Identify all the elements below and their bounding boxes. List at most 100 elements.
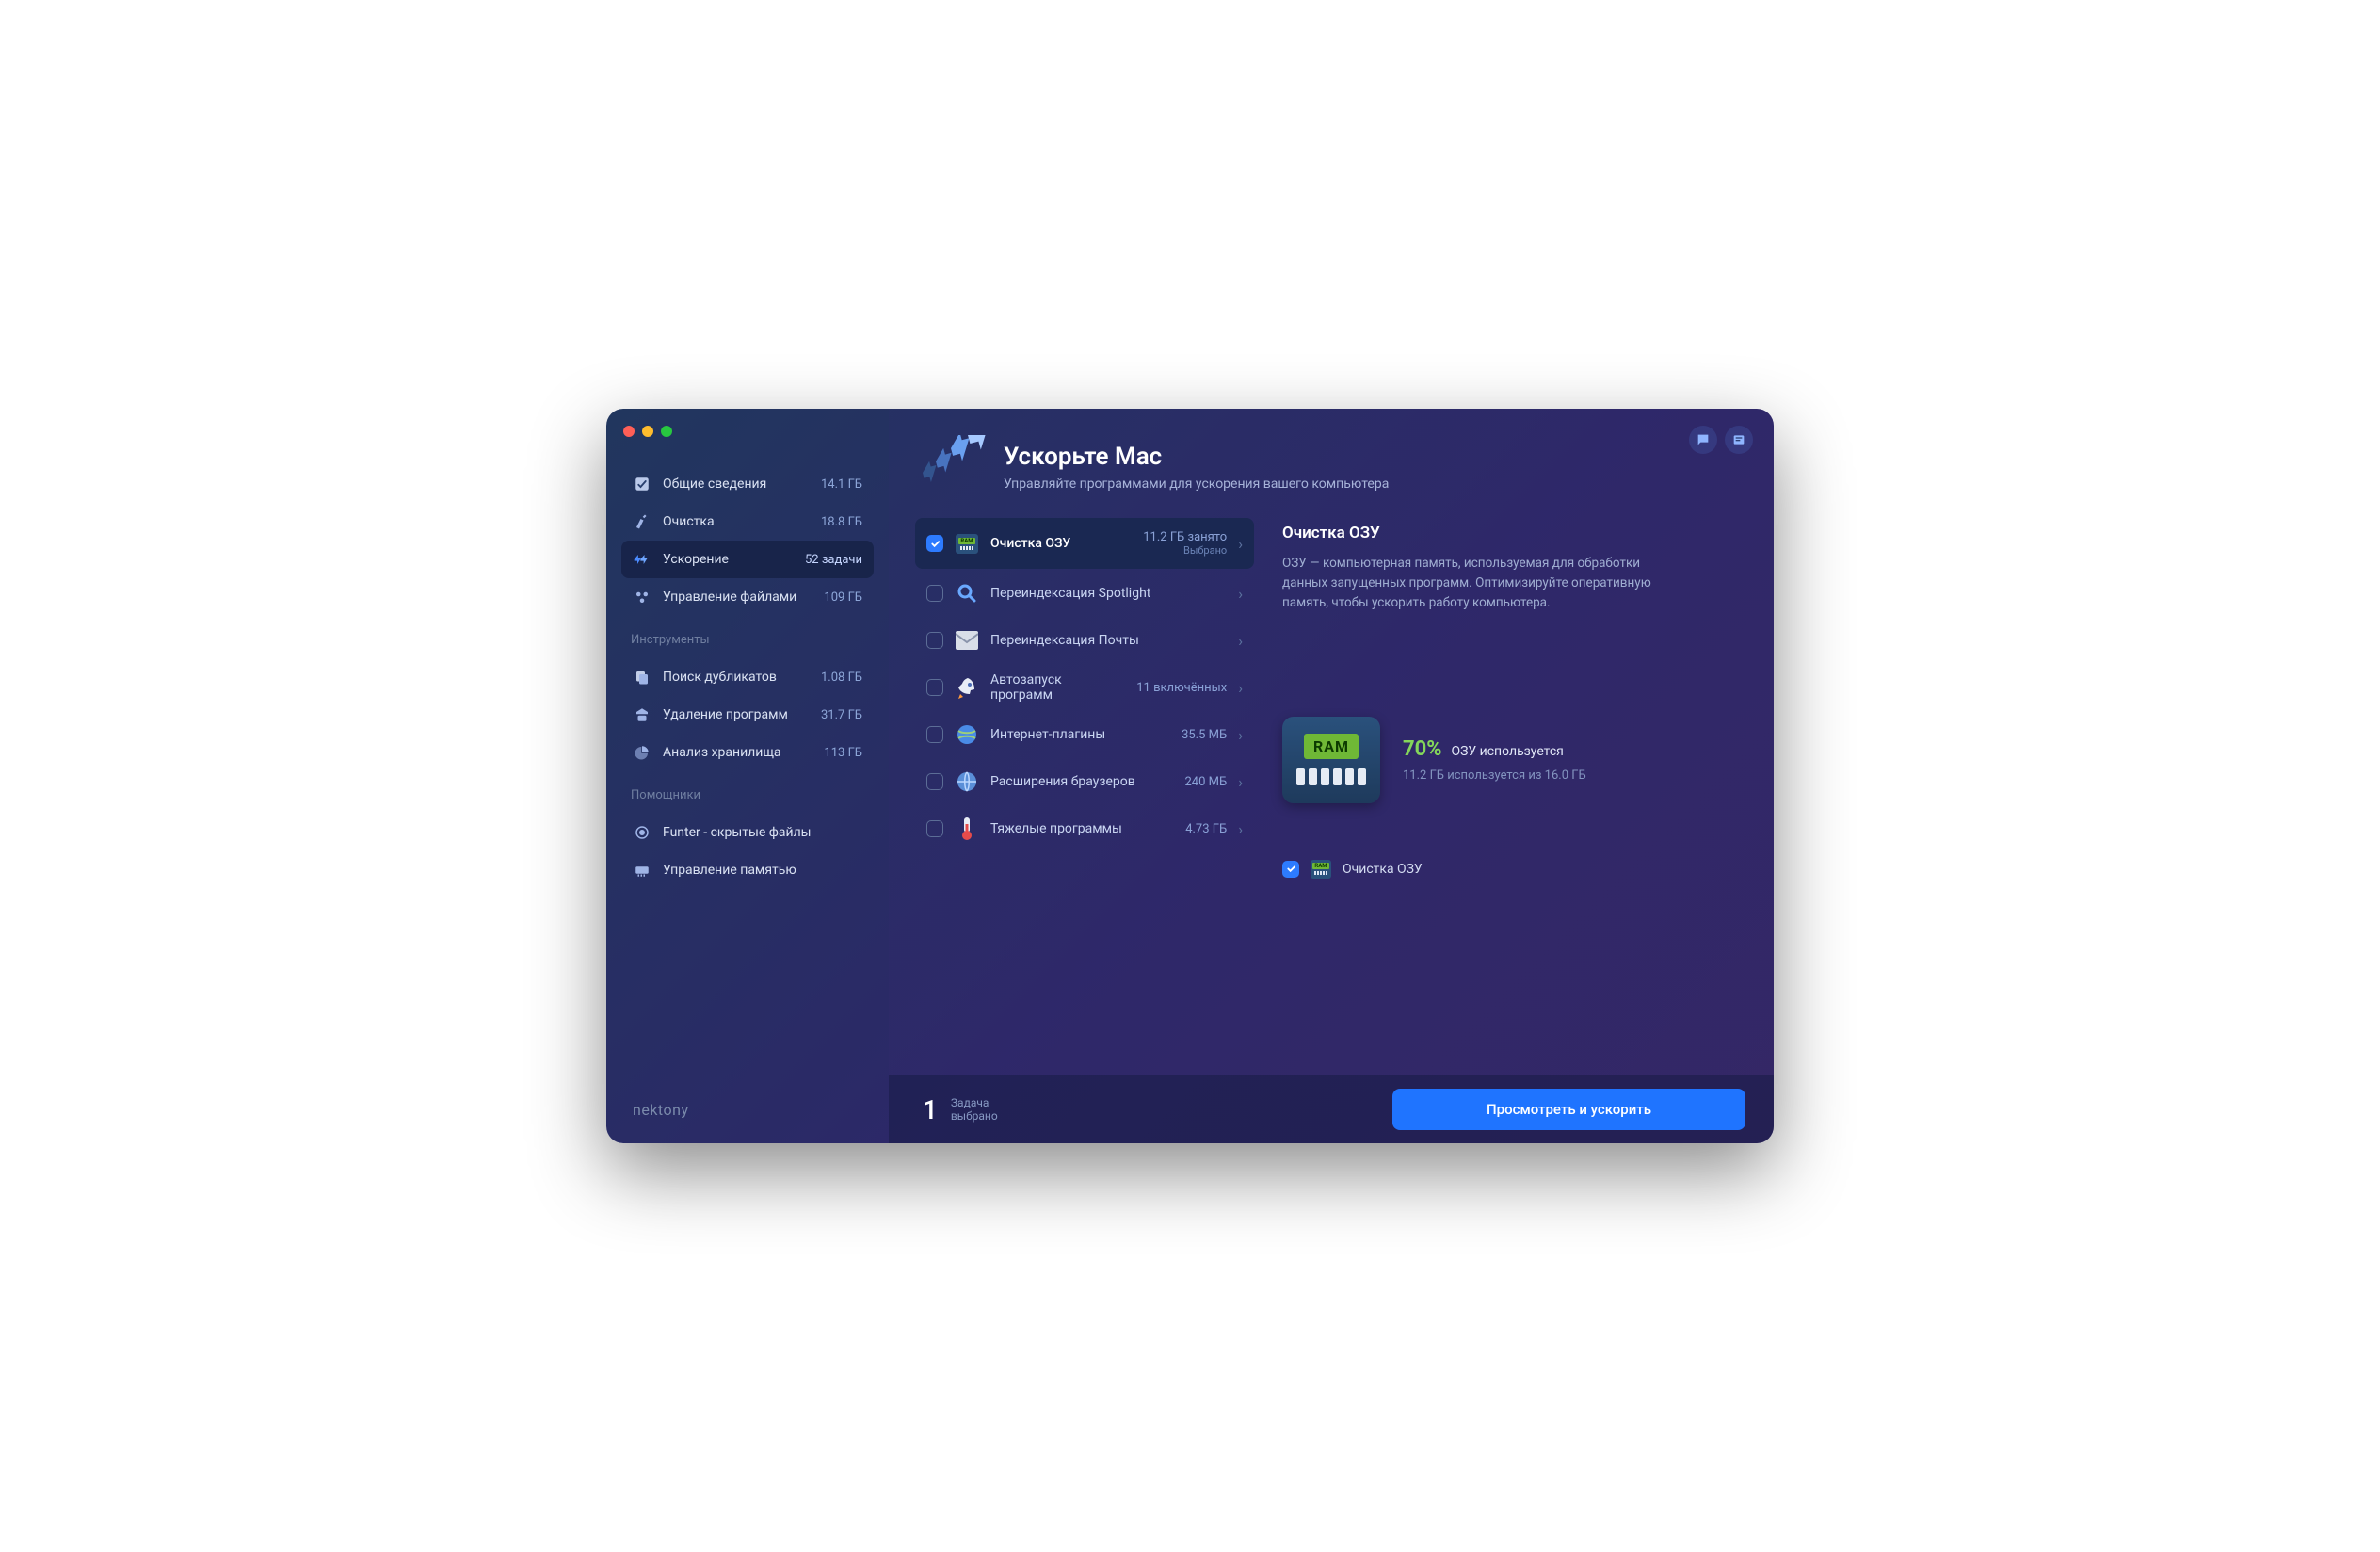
sidebar-item-label: Управление памятью (663, 863, 862, 878)
sidebar-item-label: Ускорение (663, 552, 794, 567)
spotlight-icon (955, 581, 979, 606)
task-list: RAM Очистка ОЗУ 11.2 ГБ занято Выбрано ›… (915, 518, 1254, 1075)
section-title-helpers: Помощники (621, 771, 874, 810)
task-checkbox[interactable] (926, 726, 943, 743)
sidebar: Общие сведения 14.1 ГБ Очистка 18.8 ГБ У… (606, 409, 889, 1143)
task-checkbox[interactable] (926, 820, 943, 837)
ram-percent: 70% (1403, 737, 1442, 761)
minimize-window-button[interactable] (642, 426, 653, 437)
mail-icon (955, 628, 979, 653)
sidebar-item-badge: 31.7 ГБ (821, 708, 862, 722)
sidebar-item-memory[interactable]: Управление памятью (621, 851, 874, 889)
chevron-right-icon: › (1238, 820, 1243, 838)
traffic-lights (623, 426, 672, 437)
files-icon (633, 588, 651, 606)
selected-item-row: RAM Очистка ОЗУ (1282, 860, 1740, 879)
sidebar-item-files[interactable]: Управление файлами 109 ГБ (621, 578, 874, 616)
thermometer-icon (955, 816, 979, 841)
task-meta: 240 МБ (1185, 775, 1228, 789)
duplicates-icon (633, 668, 651, 687)
uninstall-icon (633, 705, 651, 724)
task-title: Автозапуск программ (990, 672, 1125, 703)
page-title: Ускорьте Mac (1004, 443, 1389, 471)
maximize-window-button[interactable] (661, 426, 672, 437)
storage-icon (633, 743, 651, 762)
detail-description: ОЗУ — компьютерная память, используемая … (1282, 554, 1687, 613)
selection-count: 1 Задача выбрано (923, 1094, 998, 1125)
sidebar-item-duplicates[interactable]: Поиск дубликатов 1.08 ГБ (621, 658, 874, 696)
sidebar-item-badge: 113 ГБ (824, 746, 862, 760)
ram-visualization: RAM 70% ОЗУ используется 11.2 ГБ использ… (1282, 717, 1740, 803)
task-title: Тяжелые программы (990, 821, 1174, 836)
sidebar-item-label: Управление файлами (663, 590, 812, 605)
close-window-button[interactable] (623, 426, 635, 437)
overview-icon (633, 475, 651, 493)
page-header: Ускорьте Mac Управляйте программами для … (889, 409, 1774, 507)
task-startup-apps[interactable]: Автозапуск программ 11 включённых › (915, 665, 1254, 710)
footer-bar: 1 Задача выбрано Просмотреть и ускорить (889, 1075, 1774, 1143)
task-title: Переиндексация Почты (990, 633, 1215, 648)
sidebar-item-badge: 109 ГБ (824, 590, 862, 605)
browser-icon (955, 769, 979, 794)
task-mail-reindex[interactable]: Переиндексация Почты › (915, 618, 1254, 663)
rocket-icon (955, 675, 979, 700)
sidebar-item-label: Funter - скрытые файлы (663, 825, 862, 840)
chevron-right-icon: › (1238, 679, 1243, 697)
sidebar-item-badge: 52 задачи (805, 553, 862, 567)
task-browser-extensions[interactable]: Расширения браузеров 240 МБ › (915, 759, 1254, 804)
speedup-icon (633, 550, 651, 569)
sidebar-item-label: Очистка (663, 514, 810, 529)
ram-badge: RAM (1304, 734, 1359, 759)
review-speedup-button[interactable]: Просмотреть и ускорить (1392, 1089, 1745, 1130)
task-checkbox[interactable] (926, 773, 943, 790)
task-meta: 11 включённых (1136, 681, 1227, 695)
globe-icon (955, 722, 979, 747)
section-title-tools: Инструменты (621, 616, 874, 655)
chevron-right-icon: › (1238, 585, 1243, 603)
chat-icon[interactable] (1689, 426, 1717, 454)
selection-sublabel: выбрано (951, 1109, 998, 1123)
task-meta: 35.5 МБ (1182, 728, 1227, 742)
task-title: Интернет-плагины (990, 727, 1170, 742)
sidebar-item-uninstall[interactable]: Удаление программ 31.7 ГБ (621, 696, 874, 734)
chevron-right-icon: › (1238, 535, 1243, 553)
task-internet-plugins[interactable]: Интернет-плагины 35.5 МБ › (915, 712, 1254, 757)
task-title: Переиндексация Spotlight (990, 586, 1215, 601)
memory-icon (633, 861, 651, 880)
sidebar-item-label: Общие сведения (663, 477, 810, 492)
header-actions (1689, 426, 1753, 454)
selection-label: Задача (951, 1096, 998, 1109)
page-subtitle: Управляйте программами для ускорения ваш… (1004, 477, 1389, 492)
task-checkbox[interactable] (926, 585, 943, 602)
ram-icon: RAM (955, 531, 979, 556)
sidebar-item-badge: 1.08 ГБ (821, 671, 862, 685)
chevron-right-icon: › (1238, 726, 1243, 744)
task-ram-cleanup[interactable]: RAM Очистка ОЗУ 11.2 ГБ занято Выбрано › (915, 518, 1254, 569)
selected-checkbox[interactable] (1282, 861, 1299, 878)
sidebar-item-overview[interactable]: Общие сведения 14.1 ГБ (621, 465, 874, 503)
chevron-right-icon: › (1238, 632, 1243, 650)
speedup-hero-icon (923, 435, 987, 499)
selected-item-label: Очистка ОЗУ (1343, 862, 1423, 877)
app-window: Общие сведения 14.1 ГБ Очистка 18.8 ГБ У… (606, 409, 1774, 1143)
task-meta: 11.2 ГБ занято Выбрано (1143, 530, 1227, 557)
ram-percent-label: ОЗУ используется (1451, 744, 1563, 759)
sidebar-item-label: Удаление программ (663, 707, 810, 722)
sidebar-item-speedup[interactable]: Ускорение 52 задачи (621, 541, 874, 578)
brand-label: nektony (621, 1093, 874, 1124)
ram-icon: RAM (1311, 860, 1331, 879)
task-checkbox[interactable] (926, 632, 943, 649)
detail-panel: Очистка ОЗУ ОЗУ — компьютерная память, и… (1282, 518, 1740, 1075)
task-title: Расширения браузеров (990, 774, 1174, 789)
sidebar-item-funter[interactable]: Funter - скрытые файлы (621, 814, 874, 851)
news-icon[interactable] (1725, 426, 1753, 454)
task-heavy-apps[interactable]: Тяжелые программы 4.73 ГБ › (915, 806, 1254, 851)
task-checkbox[interactable] (926, 535, 943, 552)
main-panel: Ускорьте Mac Управляйте программами для … (889, 409, 1774, 1143)
ram-chip-icon: RAM (1282, 717, 1380, 803)
ram-usage-text: 11.2 ГБ используется из 16.0 ГБ (1403, 768, 1586, 783)
sidebar-item-cleanup[interactable]: Очистка 18.8 ГБ (621, 503, 874, 541)
task-spotlight-reindex[interactable]: Переиндексация Spotlight › (915, 571, 1254, 616)
sidebar-item-storage[interactable]: Анализ хранилища 113 ГБ (621, 734, 874, 771)
task-checkbox[interactable] (926, 679, 943, 696)
